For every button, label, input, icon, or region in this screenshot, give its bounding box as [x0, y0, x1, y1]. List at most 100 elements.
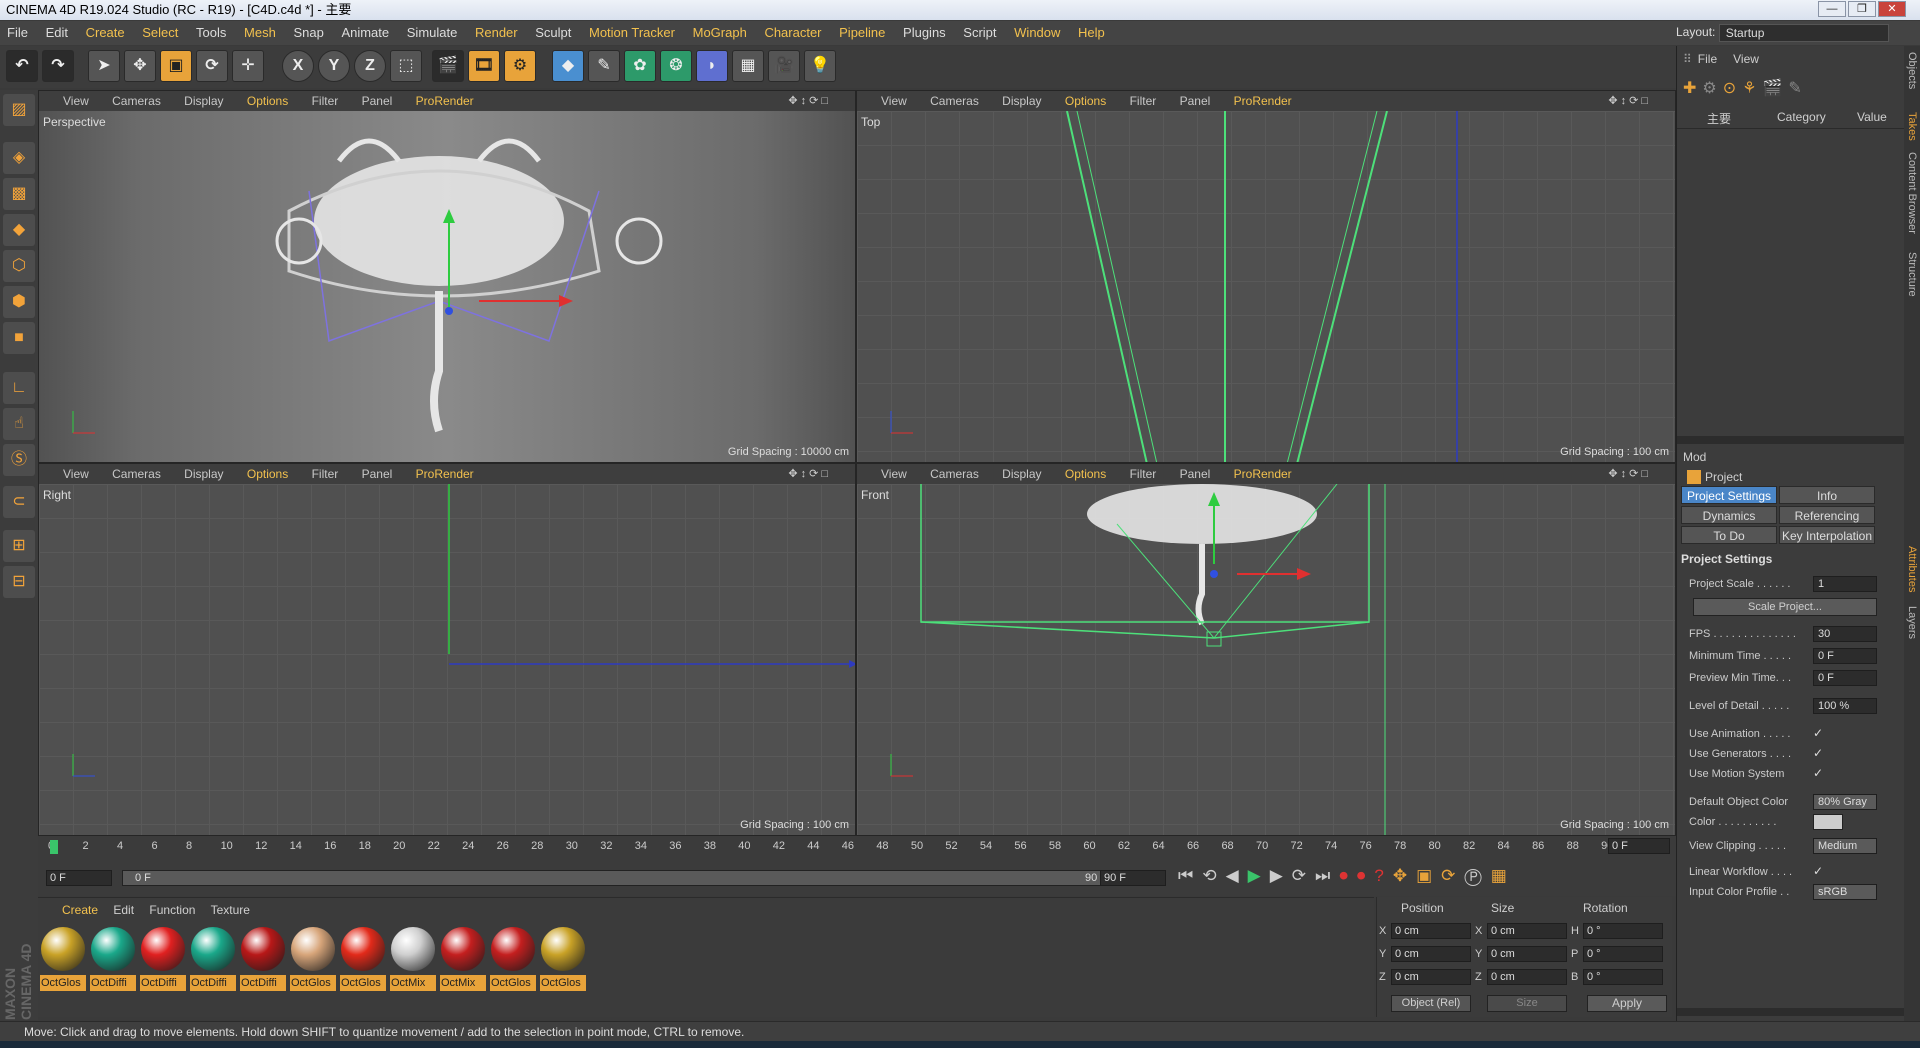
vp-menu-filter[interactable]: Filter: [312, 467, 339, 481]
material-item[interactable]: OctDiffi: [140, 926, 186, 994]
play-icon[interactable]: ▶: [1248, 866, 1270, 885]
prev-frame-icon[interactable]: ◀: [1226, 866, 1248, 885]
start-frame-field[interactable]: 0 F: [46, 870, 112, 886]
tab-key-interpolation[interactable]: Key Interpolation: [1779, 526, 1875, 544]
min-time-field[interactable]: 0 F: [1813, 648, 1877, 664]
viewport-nav-icons[interactable]: ✥↕⟳□: [788, 464, 831, 484]
menu-pipeline[interactable]: Pipeline: [832, 21, 892, 45]
vp-menu-options[interactable]: Options: [1065, 467, 1106, 481]
size-x-field[interactable]: 0 cm: [1487, 923, 1567, 939]
rotate-tool-icon[interactable]: ⟳: [196, 50, 228, 82]
prev-key-icon[interactable]: ⟲: [1202, 866, 1225, 885]
vp-menu-panel[interactable]: Panel: [1180, 467, 1211, 481]
key-rotation-icon[interactable]: ⟳: [1441, 866, 1464, 885]
menu-file[interactable]: File: [0, 21, 35, 45]
menu-create[interactable]: Create: [79, 21, 132, 45]
floor-icon[interactable]: ▦: [732, 50, 764, 82]
vp-menu-filter[interactable]: Filter: [1130, 467, 1157, 481]
key-param-icon[interactable]: Ⓟ: [1464, 866, 1490, 885]
linear-workflow-checkbox[interactable]: ✓: [1813, 864, 1827, 878]
polygons-mode-icon[interactable]: ■: [3, 322, 35, 354]
attributes-scrollbar[interactable]: [1677, 1008, 1905, 1016]
material-item[interactable]: OctGlos: [340, 926, 386, 994]
planar-workplane-icon[interactable]: ⊟: [3, 566, 35, 598]
frame-range-slider[interactable]: 0 F 90 F: [122, 870, 1122, 886]
lod-field[interactable]: 100 %: [1813, 698, 1877, 714]
edges-mode-icon[interactable]: ⬢: [3, 286, 35, 318]
vp-menu-cameras[interactable]: Cameras: [930, 94, 979, 108]
end-frame-field[interactable]: 90 F: [1100, 870, 1166, 886]
next-key-icon[interactable]: ⟳: [1292, 866, 1315, 885]
vp-menu-prorender[interactable]: ProRender: [1234, 94, 1292, 108]
menu-character[interactable]: Character: [757, 21, 828, 45]
side-tab-attributes[interactable]: Attributes: [1906, 546, 1918, 592]
viewport-front[interactable]: View Cameras Display Options Filter Pane…: [856, 463, 1676, 836]
vp-menu-display[interactable]: Display: [184, 467, 223, 481]
render-settings-icon[interactable]: ⚙: [504, 50, 536, 82]
viewport-nav-icons[interactable]: ✥↕⟳□: [1608, 91, 1651, 111]
tab-dynamics[interactable]: Dynamics: [1681, 506, 1777, 524]
goto-end-icon[interactable]: ⏭: [1315, 866, 1339, 885]
next-frame-icon[interactable]: ▶: [1270, 866, 1292, 885]
coord-mode-dropdown[interactable]: Object (Rel): [1391, 995, 1471, 1012]
transform-tool-icon[interactable]: ✛: [232, 50, 264, 82]
menu-window[interactable]: Window: [1007, 21, 1067, 45]
timeline-playhead[interactable]: [50, 840, 58, 854]
view-clipping-dropdown[interactable]: Medium: [1813, 838, 1877, 854]
menu-edit[interactable]: Edit: [39, 21, 75, 45]
viewport-right[interactable]: View Cameras Display Options Filter Pane…: [38, 463, 856, 836]
menu-sculpt[interactable]: Sculpt: [528, 21, 578, 45]
side-tab-structure[interactable]: Structure: [1906, 252, 1918, 297]
vp-menu-panel[interactable]: Panel: [362, 467, 393, 481]
deformer-icon[interactable]: ◗: [696, 50, 728, 82]
menu-render[interactable]: Render: [468, 21, 525, 45]
menu-mograph[interactable]: MoGraph: [686, 21, 754, 45]
select-cursor-icon[interactable]: ➤: [88, 50, 120, 82]
menu-script[interactable]: Script: [956, 21, 1003, 45]
vp-menu-filter[interactable]: Filter: [312, 94, 339, 108]
maximize-button[interactable]: ❐: [1848, 1, 1876, 17]
points-mode-icon[interactable]: ⬡: [3, 250, 35, 282]
move-tool-icon[interactable]: ✥: [124, 50, 156, 82]
material-item[interactable]: OctMix: [440, 926, 486, 994]
vp-menu-cameras[interactable]: Cameras: [930, 467, 979, 481]
timeline[interactable]: 0246810121416182022242628303234363840424…: [38, 836, 1678, 896]
vp-menu-cameras[interactable]: Cameras: [112, 94, 161, 108]
use-generators-checkbox[interactable]: ✓: [1813, 746, 1827, 760]
rotation-h-field[interactable]: 0 °: [1583, 923, 1663, 939]
default-object-color-dropdown[interactable]: 80% Gray: [1813, 794, 1877, 810]
size-y-field[interactable]: 0 cm: [1487, 946, 1567, 962]
size-z-field[interactable]: 0 cm: [1487, 969, 1567, 985]
takes-icon[interactable]: ⚙: [1702, 80, 1722, 97]
input-color-profile-dropdown[interactable]: sRGB: [1813, 884, 1877, 900]
goto-start-icon[interactable]: ⏮: [1178, 866, 1202, 885]
viewport-perspective[interactable]: View Cameras Display Options Filter Pane…: [38, 90, 856, 463]
key-scale-icon[interactable]: ▣: [1416, 866, 1441, 885]
use-animation-checkbox[interactable]: ✓: [1813, 726, 1827, 740]
position-z-field[interactable]: 0 cm: [1391, 969, 1471, 985]
fps-field[interactable]: 30: [1813, 626, 1877, 642]
autokey-icon[interactable]: ⏺: [1357, 866, 1375, 885]
obj-menu-view[interactable]: View: [1733, 52, 1759, 66]
side-tab-content-browser[interactable]: Content Browser: [1906, 152, 1918, 234]
lock-workplane-icon[interactable]: ⊞: [3, 530, 35, 562]
minimize-button[interactable]: —: [1818, 1, 1846, 17]
use-motion-system-checkbox[interactable]: ✓: [1813, 766, 1827, 780]
pen-spline-icon[interactable]: ✎: [588, 50, 620, 82]
position-x-field[interactable]: 0 cm: [1391, 923, 1471, 939]
side-tab-layers[interactable]: Layers: [1906, 606, 1918, 639]
scale-project-button[interactable]: Scale Project...: [1693, 598, 1877, 616]
vp-menu-cameras[interactable]: Cameras: [112, 467, 161, 481]
keyframe-selection-icon[interactable]: ?: [1374, 866, 1392, 885]
axis-mode-icon[interactable]: ∟: [3, 372, 35, 404]
menu-select[interactable]: Select: [135, 21, 185, 45]
record-icon[interactable]: ⏺: [1339, 866, 1357, 885]
axis-z-button[interactable]: Z: [354, 50, 386, 82]
render-picture-viewer-icon[interactable]: 🎞: [468, 50, 500, 82]
project-scale-field[interactable]: 1: [1813, 576, 1877, 592]
key-pla-icon[interactable]: ▦: [1491, 866, 1516, 885]
viewport-top[interactable]: View Cameras Display Options Filter Pane…: [856, 90, 1676, 463]
redo-icon[interactable]: ↷: [42, 50, 74, 82]
material-item[interactable]: OctGlos: [490, 926, 536, 994]
camera-icon[interactable]: 🎥: [768, 50, 800, 82]
